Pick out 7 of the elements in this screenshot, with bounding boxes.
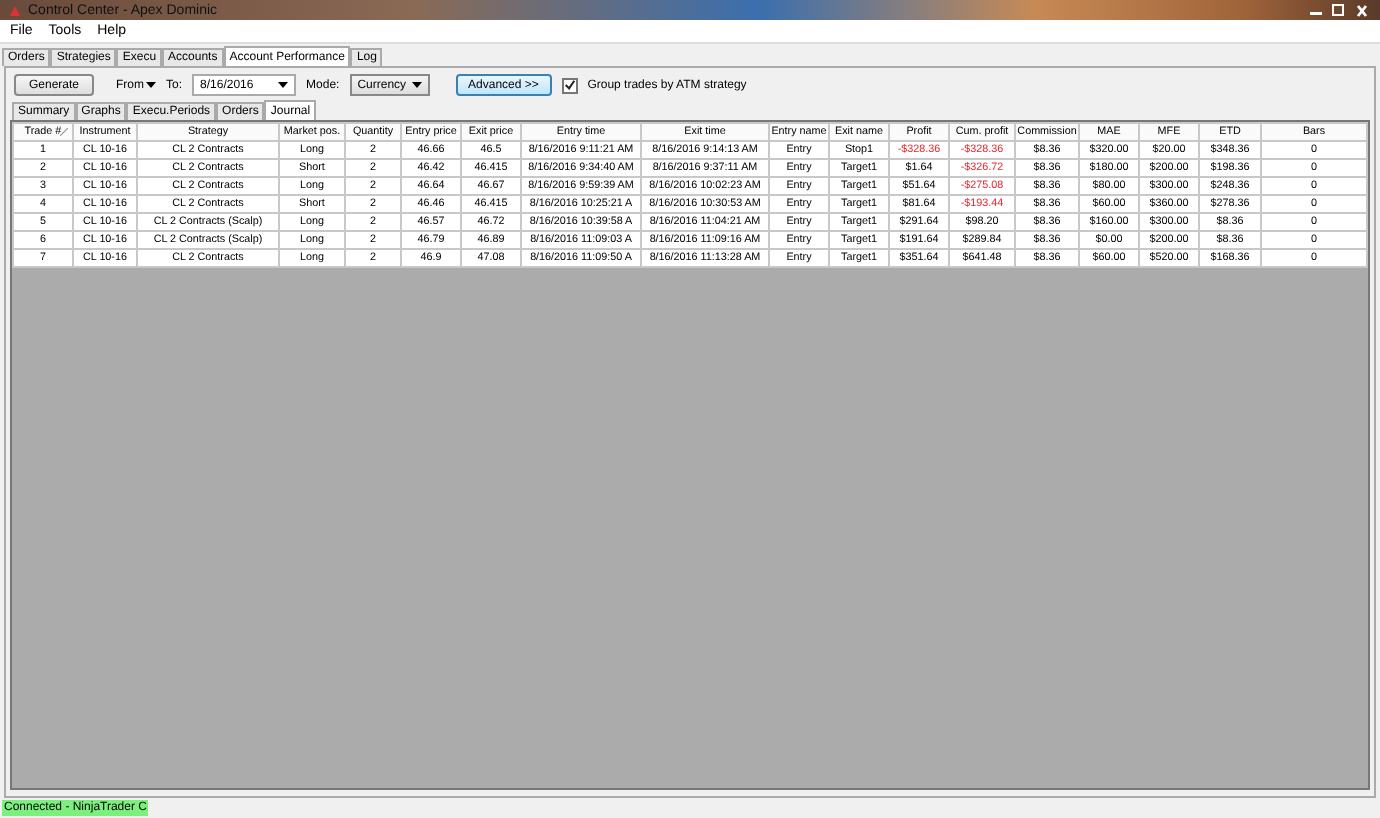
caret-icon — [278, 82, 289, 88]
checkbox[interactable] — [561, 77, 578, 93]
maximize-icon[interactable] — [1330, 4, 1346, 16]
caret-icon — [411, 82, 422, 88]
caret-icon — [146, 82, 156, 88]
close-icon[interactable] — [1352, 3, 1372, 17]
sort-icon — [60, 128, 68, 136]
